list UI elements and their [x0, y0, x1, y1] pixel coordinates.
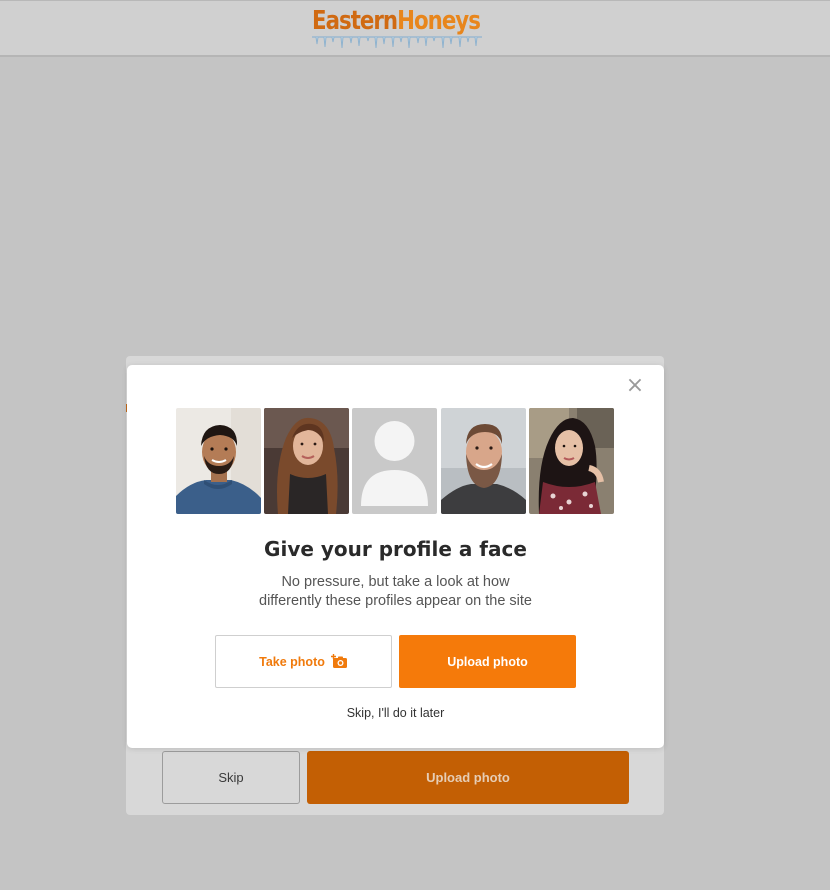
- logo-text: EasternHoneys: [312, 6, 481, 36]
- take-photo-button[interactable]: Take photo: [215, 635, 392, 688]
- profile-photo-placeholder: [352, 408, 437, 514]
- avatar-placeholder-icon: [352, 408, 437, 514]
- subtitle-line-1: No pressure, but take a look at how: [281, 574, 510, 590]
- profile-photo-modal: × Give your profile a face No pressure, …: [127, 365, 664, 748]
- background-upload-button[interactable]: Upload photo: [307, 751, 629, 804]
- icicles-decoration-icon: [312, 36, 482, 49]
- profile-photo-woman-floral-top: [529, 408, 614, 514]
- modal-subtitle: No pressure, but take a look at how diff…: [127, 573, 664, 611]
- profile-photo-bearded-man: [441, 408, 526, 514]
- modal-title: Give your profile a face: [264, 537, 527, 561]
- take-photo-label: Take photo: [259, 654, 325, 669]
- camera-plus-icon: [330, 654, 347, 668]
- close-icon[interactable]: ×: [624, 375, 646, 397]
- upload-photo-button[interactable]: Upload photo: [399, 635, 576, 688]
- skip-later-link[interactable]: Skip, I'll do it later: [127, 706, 664, 720]
- subtitle-line-2: differently these profiles appear on the…: [259, 593, 532, 609]
- site-logo[interactable]: EasternHoneys: [312, 6, 482, 50]
- profile-photo-woman-long-hair: [264, 408, 349, 514]
- logo-text-honeys: Honeys: [397, 6, 481, 36]
- background-skip-button[interactable]: Skip: [162, 751, 300, 804]
- logo-text-eastern: Eastern: [312, 6, 398, 36]
- example-profile-photos: [176, 408, 614, 514]
- profile-photo-man-blue-shirt: [176, 408, 261, 514]
- site-header: EasternHoneys: [0, 0, 830, 57]
